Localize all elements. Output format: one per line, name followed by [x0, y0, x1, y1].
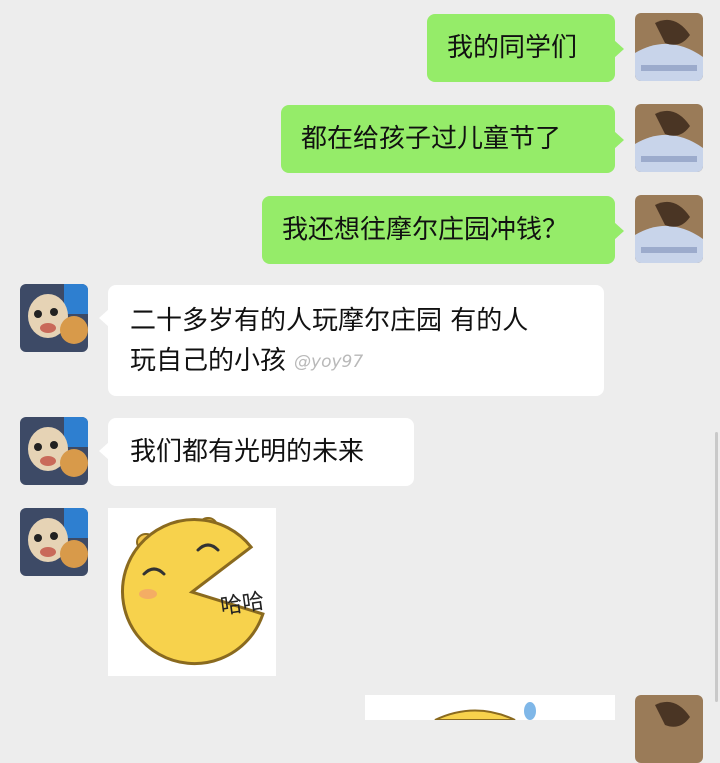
friend-avatar[interactable]	[20, 284, 88, 352]
sticker-message-partial[interactable]	[365, 695, 615, 720]
self-avatar[interactable]	[635, 195, 703, 263]
message-bubble-sent[interactable]: 我的同学们	[427, 14, 624, 82]
message-bubble-received[interactable]: 我们都有光明的未来	[99, 418, 414, 486]
message-text-line: 玩自己的小孩	[130, 346, 287, 376]
message-bubble-received[interactable]: 二十多岁有的人玩摩尔庄园 有的人 玩自己的小孩 @yoy97	[99, 285, 604, 396]
message-text: 我还想往摩尔庄园冲钱？	[282, 215, 569, 245]
weibo-watermark: @yoy97	[294, 351, 364, 372]
sticker-caption: 哈哈	[218, 589, 266, 620]
friend-avatar[interactable]	[20, 417, 88, 485]
message-text-line: 二十多岁有的人玩摩尔庄园 有的人	[130, 306, 529, 336]
message-text: 都在给孩子过儿童节了	[301, 124, 562, 154]
message-bubble-sent[interactable]: 我还想往摩尔庄园冲钱？	[262, 196, 624, 264]
message-text: 我的同学们	[447, 33, 578, 63]
pacman-laugh-sticker[interactable]: 哈哈	[108, 508, 276, 676]
message-text: 我们都有光明的未来	[130, 437, 365, 467]
scrollbar[interactable]	[715, 432, 718, 702]
self-avatar[interactable]	[635, 13, 703, 81]
self-avatar[interactable]	[635, 104, 703, 172]
friend-avatar[interactable]	[20, 508, 88, 576]
message-bubble-sent[interactable]: 都在给孩子过儿童节了	[281, 105, 624, 173]
self-avatar[interactable]	[635, 695, 703, 763]
